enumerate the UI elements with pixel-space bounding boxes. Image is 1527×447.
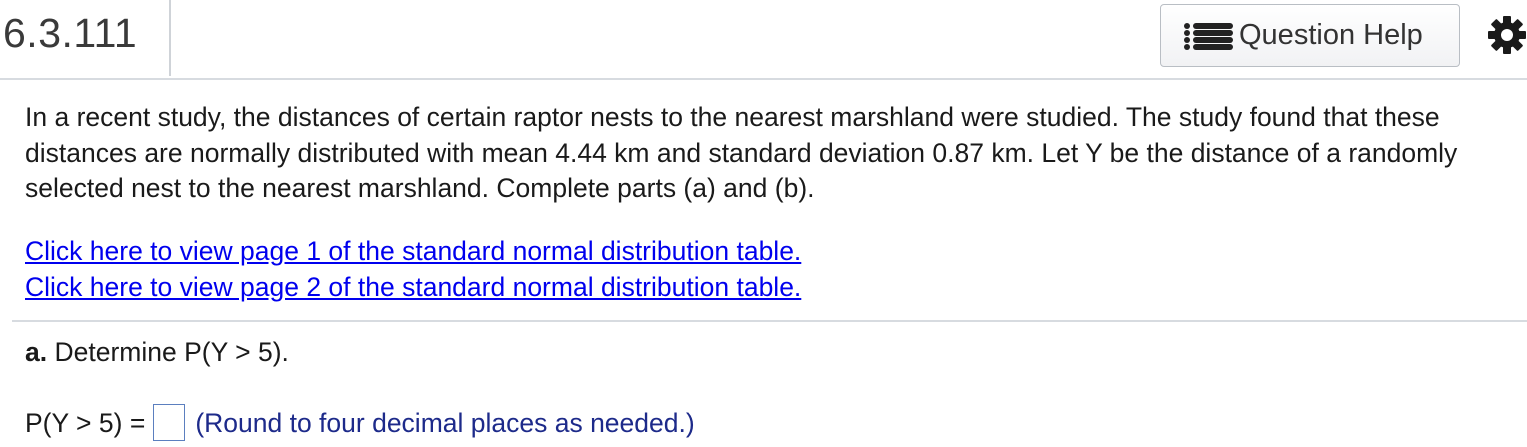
normal-table-page-1-link[interactable]: Click here to view page 1 of the standar… [25, 234, 801, 270]
answer-prefix: P(Y > 5) = [25, 407, 146, 438]
part-a-prompt: a. Determine P(Y > 5). [25, 334, 289, 370]
question-help-label: Question Help [1239, 19, 1423, 51]
gear-icon[interactable] [1486, 14, 1527, 56]
question-help-button[interactable]: Question Help [1160, 4, 1460, 67]
problem-text: In a recent study, the distances of cert… [25, 102, 1458, 203]
table-links: Click here to view page 1 of the standar… [25, 234, 801, 305]
answer-input[interactable] [153, 404, 186, 441]
answer-row: P(Y > 5) = (Round to four decimal places… [25, 404, 695, 441]
section-divider [12, 320, 1527, 322]
part-a-label: a. [25, 337, 48, 367]
list-icon [1181, 21, 1235, 51]
rounding-hint: (Round to four decimal places as needed.… [195, 407, 695, 438]
problem-statement: In a recent study, the distances of cert… [25, 100, 1525, 207]
part-a-question: Determine P(Y > 5). [54, 337, 289, 367]
header-divider [169, 0, 171, 76]
question-number: 6.3.111 [3, 10, 138, 56]
normal-table-page-2-link[interactable]: Click here to view page 2 of the standar… [25, 270, 801, 306]
question-header: 6.3.111 Question Help [0, 0, 1527, 80]
